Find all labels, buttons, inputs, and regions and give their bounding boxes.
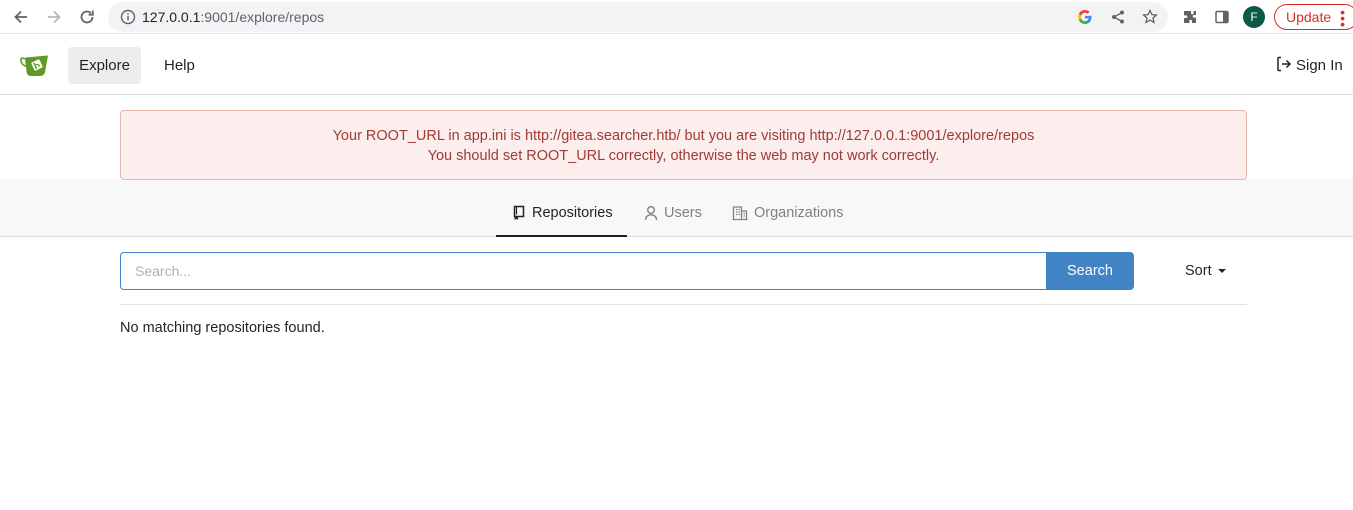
- more-menu-icon[interactable]: • • •: [1340, 5, 1345, 31]
- url-host: 127.0.0.1: [142, 9, 201, 25]
- profile-avatar[interactable]: F: [1243, 6, 1265, 28]
- url-path: :9001/explore/repos: [200, 9, 325, 25]
- root-url-warning: Your ROOT_URL in app.ini is http://gitea…: [120, 110, 1247, 180]
- reload-icon[interactable]: [75, 5, 99, 29]
- forward-icon[interactable]: [42, 5, 66, 29]
- bookmark-star-icon[interactable]: [1140, 7, 1160, 27]
- back-icon[interactable]: [9, 5, 33, 29]
- sort-label: Sort: [1185, 263, 1212, 279]
- caret-down-icon: [1217, 269, 1226, 273]
- side-panel-icon[interactable]: [1210, 5, 1234, 29]
- update-button[interactable]: Update • • •: [1274, 4, 1353, 31]
- repo-icon: [512, 205, 526, 225]
- tab-organizations[interactable]: Organizations: [732, 197, 843, 237]
- browser-toolbar: 127.0.0.1:9001/explore/repos F Update • •…: [0, 0, 1353, 34]
- search-button[interactable]: Search: [1046, 252, 1134, 290]
- tab-organizations-label: Organizations: [754, 205, 844, 221]
- warning-line-2: You should set ROOT_URL correctly, other…: [427, 148, 940, 164]
- sign-in-icon: [1277, 56, 1292, 76]
- empty-results-message: No matching repositories found.: [120, 320, 325, 336]
- results-divider: [120, 304, 1247, 305]
- url-text: 127.0.0.1:9001/explore/repos: [142, 9, 324, 25]
- address-bar[interactable]: 127.0.0.1:9001/explore/repos: [108, 2, 1168, 32]
- repo-search-input[interactable]: [120, 252, 1048, 290]
- update-button-label: Update: [1286, 9, 1332, 25]
- tab-repositories-label: Repositories: [532, 205, 613, 221]
- sort-dropdown[interactable]: Sort: [1185, 263, 1226, 279]
- explore-tabs: Repositories Users Organizations: [0, 179, 1353, 237]
- gitea-logo-icon[interactable]: [20, 52, 50, 78]
- site-info-icon[interactable]: [120, 9, 136, 28]
- sign-in-label: Sign In: [1296, 57, 1343, 74]
- warning-line-1: Your ROOT_URL in app.ini is http://gitea…: [332, 128, 1035, 144]
- person-icon: [644, 205, 658, 225]
- nav-help[interactable]: Help: [164, 47, 195, 84]
- share-icon[interactable]: [1108, 7, 1128, 27]
- extensions-icon[interactable]: [1178, 5, 1202, 29]
- tab-repositories[interactable]: Repositories: [496, 197, 627, 237]
- site-header: Explore Help Sign In: [0, 35, 1353, 95]
- sign-in-link[interactable]: Sign In: [1277, 47, 1343, 84]
- organization-icon: [732, 205, 748, 225]
- nav-explore[interactable]: Explore: [68, 47, 141, 84]
- tab-users[interactable]: Users: [644, 197, 702, 237]
- google-icon[interactable]: [1075, 7, 1095, 27]
- tab-users-label: Users: [664, 205, 702, 221]
